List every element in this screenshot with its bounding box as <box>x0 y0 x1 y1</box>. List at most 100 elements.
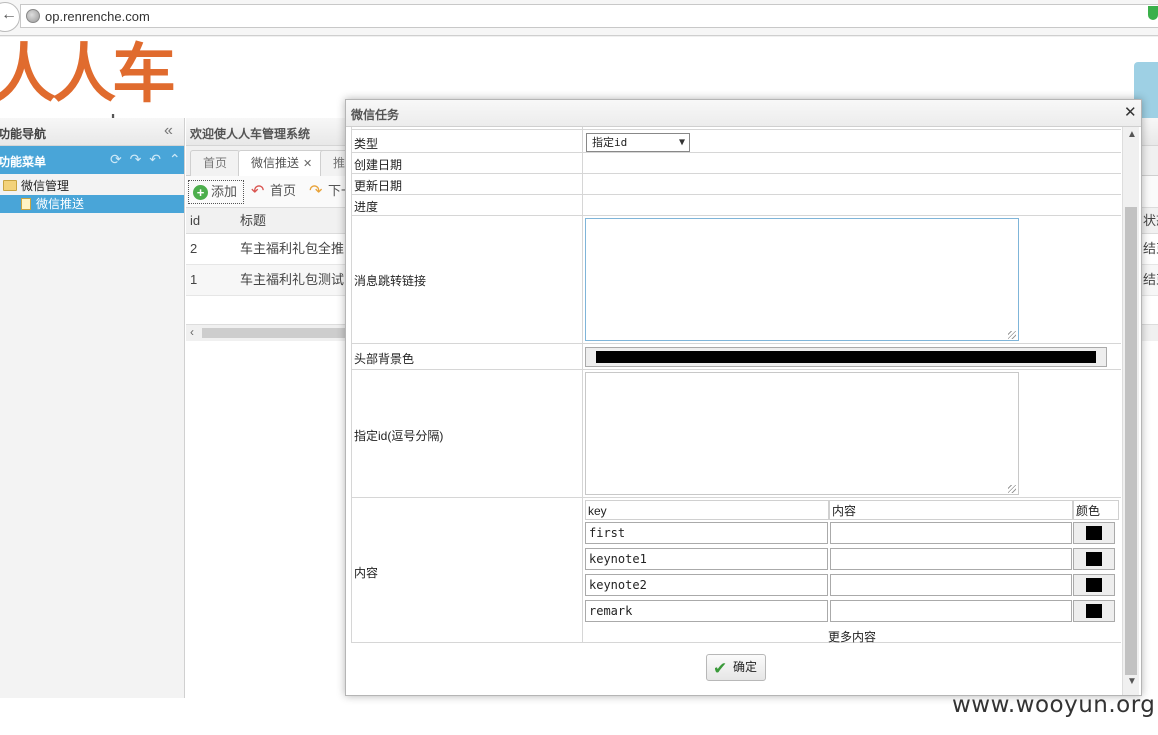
close-icon[interactable]: ✕ <box>1124 103 1137 121</box>
folder-icon <box>3 180 17 191</box>
shield-icon[interactable] <box>1148 6 1158 20</box>
color-fill <box>596 351 1096 363</box>
tree-item-wechat-push[interactable]: 微信推送 <box>0 195 184 213</box>
form-row-content: 内容 key 内容 颜色 first keynote1 keynote2 rem… <box>351 498 1122 645</box>
watermark: www.wooyun.org <box>952 692 1156 718</box>
sidebar-header: 功能导航 « <box>0 118 184 146</box>
tab-home[interactable]: 首页 <box>190 150 241 176</box>
value-cell <box>582 370 1122 497</box>
globe-icon <box>26 9 40 23</box>
collapse-icon[interactable]: « <box>164 122 173 140</box>
header-bg-color-picker[interactable] <box>585 347 1107 367</box>
chevron-down-icon: ▼ <box>678 137 685 148</box>
color-fill <box>1086 552 1102 566</box>
key-input[interactable]: keynote1 <box>585 548 828 570</box>
color-picker[interactable] <box>1073 522 1115 544</box>
content-table-header: key 内容 颜色 <box>585 500 1119 520</box>
value-cell: 指定id ▼ <box>582 130 1122 152</box>
color-fill <box>1086 604 1102 618</box>
color-picker[interactable] <box>1073 600 1115 622</box>
content-row: keynote2 <box>585 572 1119 598</box>
tree-folder-wechat[interactable]: 微信管理 <box>0 177 184 195</box>
file-icon <box>21 198 31 210</box>
color-fill <box>1086 526 1102 540</box>
add-button[interactable]: + 添加 <box>188 180 245 204</box>
value-cell <box>582 216 1122 343</box>
form-row-header-bg: 头部背景色 <box>351 344 1121 370</box>
redo-arrow-icon: ↷ <box>309 183 323 200</box>
dialog-title: 微信任务 <box>351 108 400 122</box>
back-button[interactable] <box>0 2 20 32</box>
scrollbar-thumb[interactable] <box>1125 207 1137 675</box>
tab-wechat-push[interactable]: 微信推送 ✕ <box>238 150 326 176</box>
created-label: 创建日期 <box>354 158 403 172</box>
column-header-status[interactable]: 状态 <box>1143 208 1158 234</box>
type-select-value: 指定id <box>592 136 628 149</box>
content-input[interactable] <box>830 522 1072 544</box>
content-row: keynote1 <box>585 546 1119 572</box>
key-input[interactable]: first <box>585 522 828 544</box>
form-row-type: 类型 指定id ▼ <box>351 130 1121 153</box>
updated-value <box>582 174 1122 194</box>
cell-id: 1 <box>190 272 198 287</box>
content-row: remark <box>585 598 1119 624</box>
close-icon[interactable]: ✕ <box>303 158 312 170</box>
cell-id: 2 <box>190 241 198 256</box>
color-picker[interactable] <box>1073 548 1115 570</box>
color-picker[interactable] <box>1073 574 1115 596</box>
menu-tree: 微信管理 微信推送 <box>0 174 184 213</box>
first-page-button[interactable]: ↶ 首页 <box>248 180 302 204</box>
sidebar-title: 功能导航 <box>0 127 47 141</box>
menu-tool-icons[interactable]: ⟳ ↷ ↶ ⌃ <box>110 151 183 168</box>
vertical-scrollbar[interactable]: ▲ ▼ <box>1122 127 1139 695</box>
first-label: 首页 <box>270 183 297 198</box>
form-row-ids: 指定id(逗号分隔) <box>351 370 1121 498</box>
scroll-left-icon[interactable]: ‹ <box>190 325 194 339</box>
add-icon: + <box>193 185 208 200</box>
resize-grip-icon[interactable] <box>1008 485 1016 493</box>
form-row-link: 消息跳转链接 <box>351 216 1121 344</box>
ids-label: 指定id(逗号分隔) <box>354 429 444 443</box>
link-textarea[interactable] <box>585 218 1019 341</box>
more-content-link[interactable]: 更多内容 <box>828 628 876 645</box>
content-row: first <box>585 520 1119 546</box>
ids-textarea[interactable] <box>585 372 1019 495</box>
form-row-created: 创建日期 <box>351 153 1121 174</box>
key-input[interactable]: remark <box>585 600 828 622</box>
check-icon: ✔ <box>713 659 728 678</box>
key-input[interactable]: keynote2 <box>585 574 828 596</box>
updated-label: 更新日期 <box>354 179 403 193</box>
sidebar: 功能导航 « 功能菜单 ⟳ ↷ ↶ ⌃ 微信管理 微信推送 <box>0 118 185 698</box>
type-label: 类型 <box>354 137 379 151</box>
tab-label: 首页 <box>203 156 228 170</box>
content-input[interactable] <box>830 600 1072 622</box>
progress-label: 进度 <box>354 200 379 214</box>
value-cell <box>582 127 1122 129</box>
content-input[interactable] <box>830 574 1072 596</box>
wechat-task-dialog: 微信任务 ✕ 类型 指定id ▼ 创建日期 更新日期 进度 消息跳转链接 头部背… <box>345 99 1142 696</box>
column-header-title[interactable]: 标题 <box>240 208 266 234</box>
sidebar-menu-bar: 功能菜单 ⟳ ↷ ↶ ⌃ <box>0 146 184 174</box>
cell-status: 结束 <box>1143 272 1158 287</box>
logo-text-cn: 人人车 <box>0 38 176 112</box>
progress-value <box>582 195 1122 215</box>
scroll-down-icon[interactable]: ▼ <box>1127 676 1137 687</box>
column-header-key: key <box>585 500 829 520</box>
resize-grip-icon[interactable] <box>1008 331 1016 339</box>
header-bg-label: 头部背景色 <box>354 352 415 366</box>
confirm-label: 确定 <box>733 660 758 674</box>
value-cell: key 内容 颜色 first keynote1 keynote2 remark… <box>582 498 1122 645</box>
url-text: op.renrenche.com <box>45 9 150 24</box>
tree-folder-label: 微信管理 <box>21 179 70 193</box>
scroll-up-icon[interactable]: ▲ <box>1127 129 1137 140</box>
cell-status: 结束 <box>1143 241 1158 256</box>
confirm-button[interactable]: ✔ 确定 <box>706 654 766 681</box>
column-header-color: 颜色 <box>1073 500 1119 520</box>
dialog-body: 类型 指定id ▼ 创建日期 更新日期 进度 消息跳转链接 头部背景色 指定id… <box>346 127 1127 695</box>
column-header-id[interactable]: id <box>190 208 200 234</box>
type-select[interactable]: 指定id ▼ <box>586 133 690 152</box>
dialog-titlebar: 微信任务 ✕ <box>346 100 1141 127</box>
url-field[interactable]: op.renrenche.com <box>20 4 1158 28</box>
menu-title: 功能菜单 <box>0 155 47 169</box>
content-input[interactable] <box>830 548 1072 570</box>
